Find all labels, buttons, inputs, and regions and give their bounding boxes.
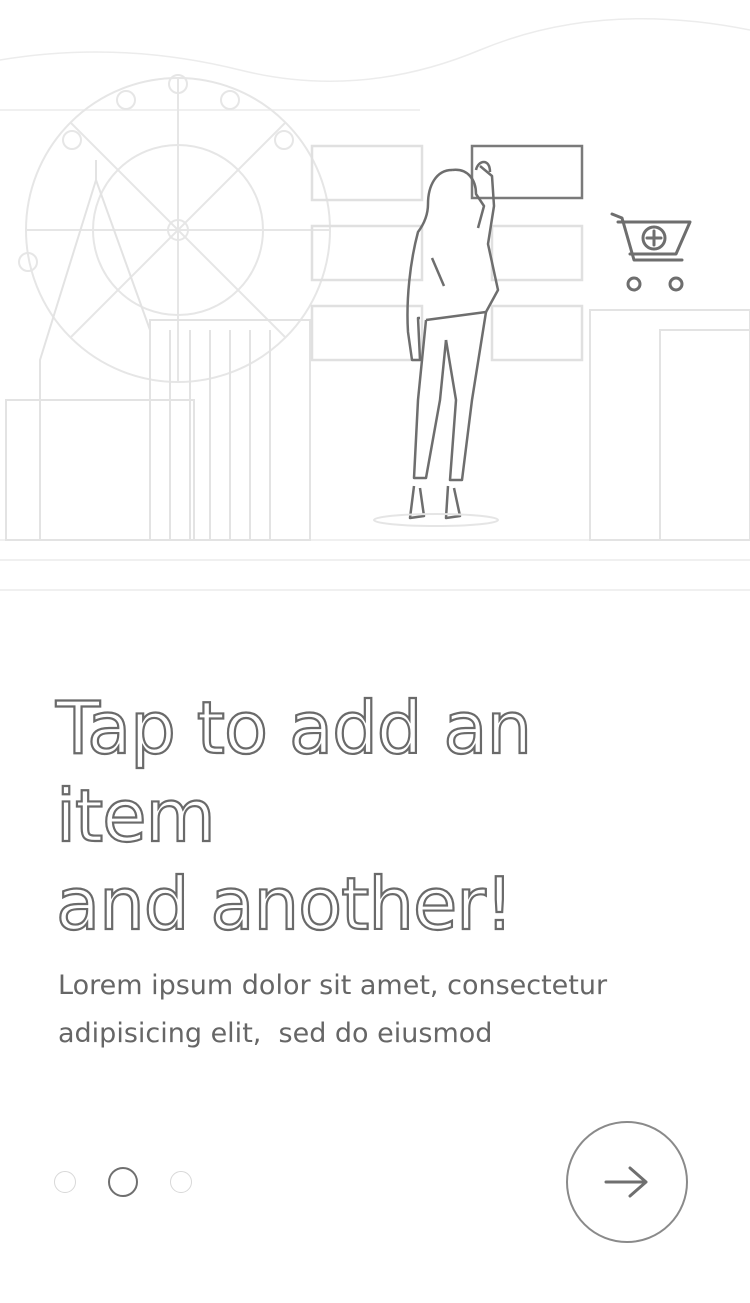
illustration-scene xyxy=(0,18,750,591)
description-line-2: adipisicing elit, sed do eiusmod xyxy=(58,1018,493,1049)
cart-plus-icon xyxy=(610,212,692,292)
ferris-wheel-drawing xyxy=(18,74,331,383)
onboarding-description: Lorem ipsum dolor sit amet, consectetur … xyxy=(58,962,658,1058)
headline-line-3: and another! xyxy=(55,861,515,947)
buildings-drawing xyxy=(5,160,750,541)
shelf-boxes-drawing xyxy=(310,144,584,362)
arrow-right-icon xyxy=(604,1166,648,1198)
pagination-dot-1[interactable] xyxy=(54,1171,76,1193)
headline-line-2: item xyxy=(55,773,217,859)
onboarding-headline: Tap to add an item and another! xyxy=(55,684,696,948)
description-line-1: Lorem ipsum dolor sit amet, consectetur xyxy=(58,970,608,1001)
pagination-dot-3[interactable] xyxy=(170,1171,192,1193)
pagination-dot-2-active[interactable] xyxy=(108,1167,138,1197)
onboarding-screen: Tap to add an item and another! Lorem ip… xyxy=(0,0,750,1303)
onboarding-illustration xyxy=(0,0,750,620)
pagination-dots xyxy=(52,1166,212,1198)
next-button[interactable] xyxy=(566,1121,688,1243)
headline-line-1: Tap to add an xyxy=(55,685,533,771)
